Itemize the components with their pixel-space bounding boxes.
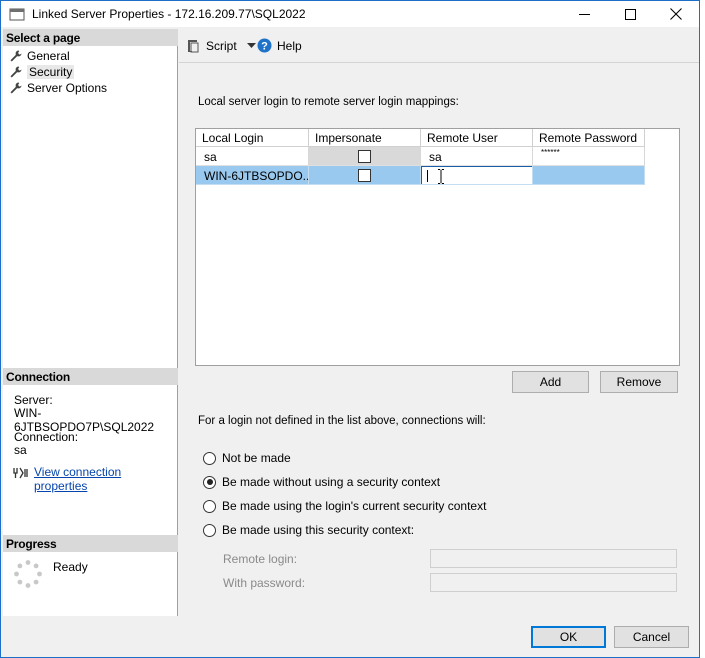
- connection-label: Connection:: [14, 430, 79, 444]
- column-header-remote-user[interactable]: Remote User: [421, 129, 533, 147]
- remote-login-label: Remote login:: [223, 552, 298, 566]
- select-page-header: Select a page: [3, 29, 178, 46]
- minimize-icon: [578, 13, 590, 15]
- cell-local-login[interactable]: sa: [196, 147, 309, 166]
- toolbar: Script ? Help: [179, 29, 699, 63]
- progress-spinner-icon: [14, 560, 42, 588]
- dialog-window: Linked Server Properties - 172.16.209.77…: [0, 0, 700, 658]
- minimize-button[interactable]: [561, 1, 607, 27]
- cancel-button[interactable]: Cancel: [614, 626, 689, 648]
- radio-without-security-context[interactable]: Be made without using a security context: [203, 475, 440, 489]
- mappings-intro: Local server login to remote server logi…: [198, 96, 459, 108]
- svg-text:?: ?: [261, 40, 268, 52]
- radio-current-security-context[interactable]: Be made using the login's current securi…: [203, 499, 486, 513]
- ibeam-cursor-icon: [438, 169, 444, 184]
- radio-label: Be made using this security context:: [222, 523, 415, 537]
- footer-separator: [179, 617, 699, 618]
- radio-label: Be made using the login's current securi…: [222, 499, 487, 513]
- column-header-remote-password[interactable]: Remote Password: [533, 129, 645, 147]
- radio-label: Not be made: [222, 451, 291, 465]
- radio-button[interactable]: [203, 451, 216, 465]
- sidebar: Select a page General Security Server Op…: [3, 29, 178, 616]
- radio-button[interactable]: [203, 499, 216, 513]
- help-icon: ?: [257, 38, 272, 53]
- page-item-general[interactable]: General: [9, 48, 70, 64]
- column-header-impersonate[interactable]: Impersonate: [309, 129, 421, 147]
- page-item-label: Security: [27, 65, 75, 79]
- impersonate-checkbox[interactable]: [358, 169, 371, 182]
- connection-header: Connection: [3, 368, 178, 385]
- column-header-local-login[interactable]: Local Login: [196, 129, 309, 147]
- linked-server-icon: [9, 8, 25, 21]
- maximize-button[interactable]: [607, 1, 653, 27]
- help-button[interactable]: ? Help: [257, 38, 302, 53]
- window-title: Linked Server Properties - 172.16.209.77…: [32, 7, 306, 21]
- maximize-icon: [624, 8, 636, 20]
- wrench-icon: [10, 66, 22, 78]
- title-bar: Linked Server Properties - 172.16.209.77…: [1, 1, 699, 27]
- with-password-input: [430, 573, 677, 592]
- add-button[interactable]: Add: [512, 371, 589, 393]
- cell-remote-user[interactable]: sa: [421, 147, 533, 166]
- login-mappings-grid[interactable]: Local Login Impersonate Remote User Remo…: [195, 128, 680, 366]
- progress-header: Progress: [3, 535, 178, 552]
- cell-impersonate[interactable]: [309, 147, 421, 166]
- table-row-selected[interactable]: WIN-6JTBSOPDO...: [196, 166, 645, 185]
- radio-not-be-made[interactable]: Not be made: [203, 451, 291, 465]
- progress-status: Ready: [53, 560, 88, 574]
- view-connection-properties-link[interactable]: View connection properties: [34, 465, 177, 493]
- close-button[interactable]: [653, 1, 699, 27]
- connection-value: sa: [14, 443, 27, 457]
- radio-button[interactable]: [203, 523, 216, 537]
- wrench-icon: [10, 82, 22, 94]
- ok-button[interactable]: OK: [531, 626, 606, 648]
- fallback-description: For a login not defined in the list abov…: [198, 415, 486, 427]
- radio-button-checked[interactable]: [203, 475, 216, 489]
- connection-properties-icon: [13, 467, 28, 479]
- cell-remote-password[interactable]: ******: [533, 147, 645, 166]
- page-item-label: General: [27, 49, 70, 63]
- with-password-label: With password:: [223, 576, 306, 590]
- remove-button[interactable]: Remove: [600, 371, 678, 393]
- help-label: Help: [277, 38, 302, 53]
- cell-local-login[interactable]: WIN-6JTBSOPDO...: [196, 166, 309, 185]
- cell-remote-password[interactable]: [533, 166, 645, 185]
- page-item-label: Server Options: [27, 81, 108, 95]
- text-caret: [427, 170, 428, 182]
- server-label: Server:: [14, 393, 53, 407]
- script-icon: [188, 40, 199, 53]
- chevron-down-icon[interactable]: [246, 43, 256, 49]
- cell-remote-user[interactable]: [421, 166, 533, 185]
- page-item-server-options[interactable]: Server Options: [9, 80, 107, 96]
- cell-impersonate[interactable]: [309, 166, 421, 185]
- radio-label: Be made without using a security context: [222, 475, 441, 489]
- script-button[interactable]: Script: [185, 38, 256, 54]
- grid-header: Local Login Impersonate Remote User Remo…: [196, 129, 645, 147]
- close-icon: [670, 8, 682, 20]
- remote-login-input: [430, 549, 677, 568]
- remote-user-edit-input[interactable]: [421, 166, 532, 184]
- page-item-security[interactable]: Security: [9, 64, 75, 80]
- radio-this-security-context[interactable]: Be made using this security context:: [203, 523, 414, 537]
- script-label: Script: [206, 39, 237, 53]
- wrench-icon: [10, 50, 22, 62]
- impersonate-checkbox[interactable]: [358, 150, 371, 163]
- table-row[interactable]: sa sa ******: [196, 147, 645, 166]
